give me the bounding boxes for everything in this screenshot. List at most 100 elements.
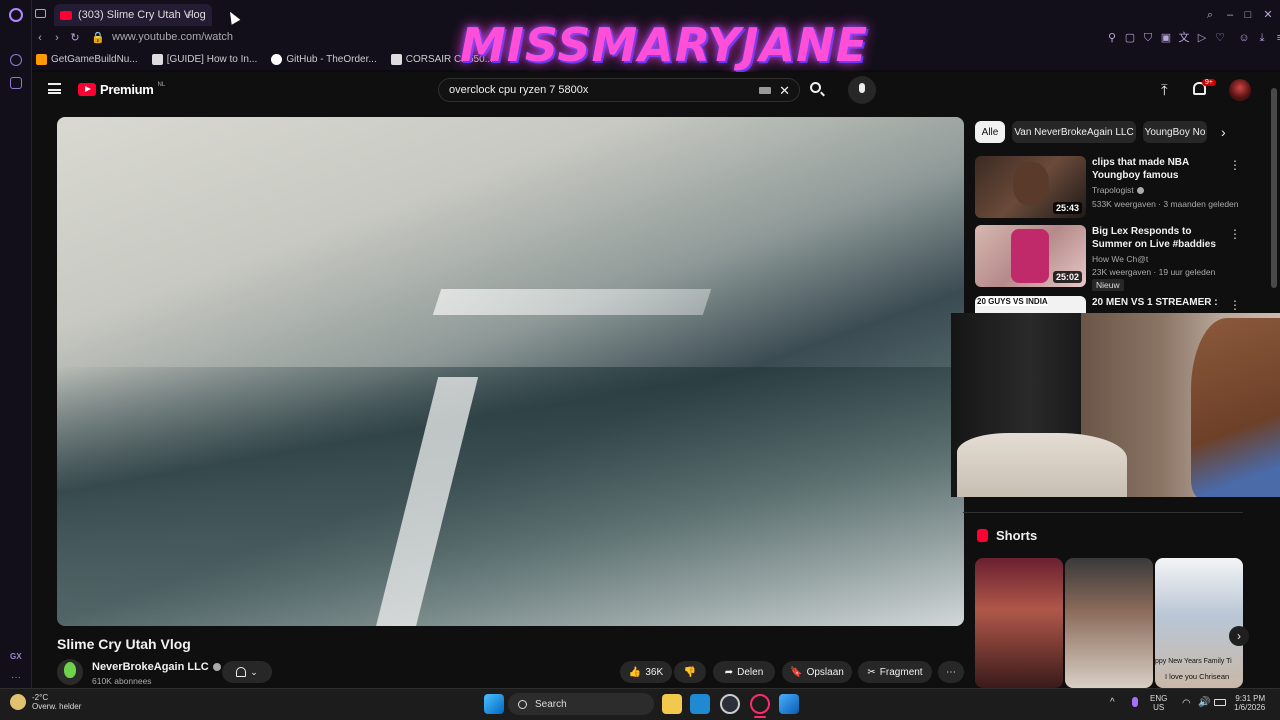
- file-explorer-icon[interactable]: [662, 694, 682, 714]
- sidebar-more-icon[interactable]: ···: [11, 672, 21, 683]
- download-icon[interactable]: ⤓: [1256, 32, 1268, 44]
- github-icon: [271, 53, 283, 65]
- language-indicator[interactable]: ENG US: [1150, 694, 1167, 712]
- shield-icon[interactable]: ⛉: [1142, 32, 1154, 44]
- sidebar-extension-icon[interactable]: [10, 77, 22, 89]
- wifi-icon[interactable]: ◠: [1182, 698, 1191, 709]
- pin-icon[interactable]: ⚲: [1106, 32, 1118, 44]
- bookmark-item[interactable]: GitHub - TheOrder...: [271, 53, 377, 65]
- heart-icon[interactable]: ♡: [1214, 32, 1226, 44]
- moon-cloud-icon: [10, 694, 26, 710]
- wallet-icon[interactable]: ▣: [1160, 32, 1172, 44]
- bookmark-item[interactable]: [GUIDE] How to In...: [151, 53, 257, 65]
- short-item[interactable]: [975, 558, 1063, 688]
- dislike-button[interactable]: 👎: [674, 661, 706, 683]
- youtube-logo[interactable]: Premium NL: [78, 82, 165, 97]
- menu-lines-icon[interactable]: ≡: [1274, 32, 1280, 44]
- upload-icon[interactable]: ⤒: [1161, 82, 1168, 99]
- recommendation-meta: 533K weergaven · 3 maanden geleden: [1092, 199, 1239, 209]
- video-frame-decal: [432, 289, 712, 315]
- like-button[interactable]: 👍 36K: [620, 661, 672, 683]
- video-thumbnail: 25:43: [975, 156, 1086, 218]
- chip-youngboy[interactable]: YoungBoy No: [1143, 121, 1207, 143]
- clock-date: 1/6/2026: [1234, 703, 1266, 712]
- chevron-right-icon[interactable]: ›: [1221, 124, 1226, 140]
- tray-chevron-icon[interactable]: ^: [1110, 697, 1115, 708]
- vscode-icon[interactable]: [690, 694, 710, 714]
- maximize-icon[interactable]: □: [1242, 9, 1254, 21]
- opera-logo-icon[interactable]: [9, 8, 23, 22]
- volume-icon[interactable]: 🔊: [1198, 697, 1210, 708]
- tab-switcher-icon[interactable]: [35, 9, 46, 18]
- taskbar-search[interactable]: Search: [508, 693, 654, 715]
- subscribe-bell-button[interactable]: ⌄: [222, 661, 272, 683]
- short-caption: I love you Chrisean: [1165, 672, 1230, 681]
- more-vertical-icon[interactable]: ⋮: [1229, 158, 1241, 172]
- recommendation-item[interactable]: 25:43 clips that made NBA Youngboy famou…: [975, 156, 1265, 222]
- bookmark-item[interactable]: GetGameBuildNu...: [36, 53, 138, 65]
- forward-icon[interactable]: ›: [51, 32, 63, 44]
- chip-from-channel[interactable]: Van NeverBrokeAgain LLC: [1012, 121, 1136, 143]
- video-player[interactable]: [57, 117, 964, 626]
- channel-avatar[interactable]: [57, 659, 83, 685]
- search-input[interactable]: overclock cpu ryzen 7 5800x ✕: [438, 78, 800, 102]
- channel-name[interactable]: NeverBrokeAgain LLC: [92, 661, 221, 673]
- more-actions-button[interactable]: ⋯: [938, 661, 964, 683]
- close-window-icon[interactable]: ✕: [1262, 9, 1274, 21]
- clock[interactable]: 9:31 PM 1/6/2026: [1234, 694, 1265, 712]
- thumbs-up-icon: 👍: [628, 666, 642, 678]
- shorts-divider: [963, 512, 1243, 513]
- back-icon[interactable]: ‹: [34, 32, 46, 44]
- url-field[interactable]: www.youtube.com/watch: [112, 31, 233, 43]
- recommendation-title: 20 MEN VS 1 STREAMER :: [1092, 297, 1218, 308]
- chip-all[interactable]: Alle: [975, 121, 1005, 143]
- avatar[interactable]: [1229, 79, 1251, 101]
- recommendation-item[interactable]: 25:02 Big Lex Responds to Summer on Live…: [975, 225, 1265, 291]
- new-tab-button[interactable]: +: [185, 7, 193, 22]
- youtube-favicon-icon: [60, 10, 72, 20]
- shorts-next-button[interactable]: ›: [1229, 626, 1249, 646]
- search-button[interactable]: [804, 78, 830, 102]
- microphone-tray-icon[interactable]: [1132, 697, 1138, 707]
- forum-icon: [151, 53, 163, 65]
- subscriber-count: 610K abonnees: [92, 676, 152, 686]
- verified-icon: [1136, 186, 1144, 194]
- recommendation-meta: 23K weergaven · 19 uur geleden: [1092, 267, 1216, 277]
- steam-icon[interactable]: [720, 694, 740, 714]
- minimize-icon[interactable]: –: [1224, 9, 1236, 21]
- short-item[interactable]: ppy New Years Family Ti I love you Chris…: [1155, 558, 1243, 688]
- snapshot-icon[interactable]: ▢: [1124, 32, 1136, 44]
- thumbnail-text: 20 GUYS VS INDIA: [977, 297, 1048, 306]
- reload-icon[interactable]: ↻: [69, 32, 81, 44]
- opera-gx-taskbar-icon[interactable]: [750, 694, 770, 714]
- like-count: 36K: [645, 666, 664, 678]
- thumbs-down-icon: 👎: [683, 666, 697, 678]
- webcam-blanket: [957, 433, 1127, 497]
- more-vertical-icon[interactable]: ⋮: [1229, 298, 1241, 312]
- logo-region: NL: [157, 81, 166, 88]
- battery-icon[interactable]: [1214, 699, 1226, 706]
- share-button[interactable]: ➦ Delen: [713, 661, 775, 683]
- sidebar-messenger-icon[interactable]: [10, 54, 22, 66]
- keyboard-icon[interactable]: [759, 87, 771, 94]
- hamburger-menu-icon[interactable]: [48, 83, 61, 94]
- clip-button[interactable]: ✂ Fragment: [858, 661, 932, 683]
- scrollbar-thumb[interactable]: [1271, 88, 1277, 288]
- notifications-button[interactable]: 9+: [1193, 79, 1216, 98]
- windows-start-icon[interactable]: [484, 694, 504, 714]
- account-icon[interactable]: ☺: [1238, 32, 1250, 44]
- recommendation-item[interactable]: 20 GUYS VS INDIA 20 MEN VS 1 STREAMER : …: [975, 296, 1265, 313]
- save-button[interactable]: 🔖 Opslaan: [782, 661, 852, 683]
- stream-overlay-title: MISSMARYJANE: [460, 18, 869, 72]
- short-overlay-text: ppy New Years Family Ti: [1155, 658, 1232, 665]
- photos-icon[interactable]: [779, 694, 799, 714]
- translate-icon[interactable]: 文: [1178, 32, 1190, 44]
- short-item[interactable]: [1065, 558, 1153, 688]
- player-icon[interactable]: ▷: [1196, 32, 1208, 44]
- weather-widget[interactable]: -2°C Overw. helder: [10, 693, 81, 711]
- search-tabs-icon[interactable]: ⌕: [1204, 9, 1216, 21]
- notification-badge: 9+: [1202, 79, 1216, 86]
- clear-search-icon[interactable]: ✕: [779, 83, 790, 99]
- more-vertical-icon[interactable]: ⋮: [1229, 227, 1241, 241]
- voice-search-button[interactable]: [848, 76, 876, 104]
